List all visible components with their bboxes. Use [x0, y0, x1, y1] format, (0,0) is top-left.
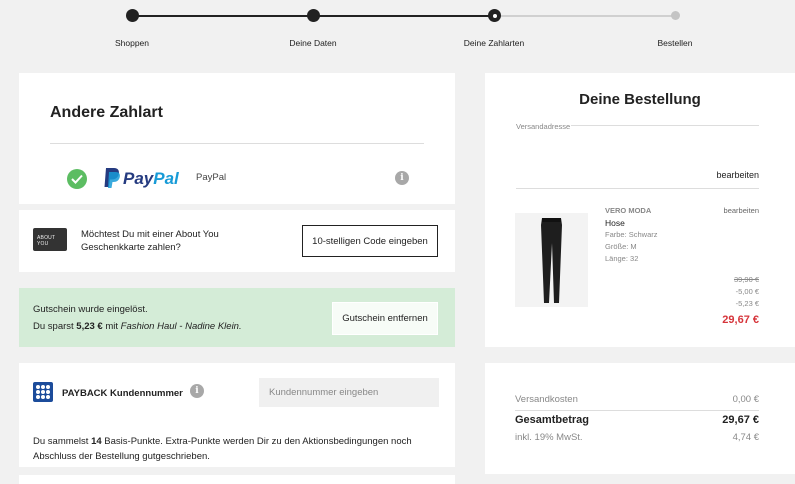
step-label-deine-daten[interactable]: Deine Daten [289, 38, 336, 48]
edit-product-link[interactable]: bearbeiten [724, 206, 759, 215]
product-size: Größe: M [605, 242, 637, 251]
product-length: Länge: 32 [605, 254, 639, 263]
divider [571, 125, 759, 126]
product-image[interactable] [515, 213, 588, 307]
order-summary-card: Deine Bestellung Versandadresse bearbeit… [485, 73, 795, 347]
voucher-savings: Du sparst 5,23 € mit Fashion Haul - Nadi… [33, 321, 242, 332]
product-brand: VERO MODA [605, 206, 652, 215]
payment-title: Andere Zahlart [50, 104, 163, 121]
vat-value: 4,74 € [732, 432, 759, 443]
voucher-card: Gutschein wurde eingelöst. Du sparst 5,2… [19, 288, 455, 347]
paypal-wordmark-pal: Pal [153, 169, 179, 188]
vat-label: inkl. 19% MwSt. [515, 432, 583, 443]
info-icon[interactable]: i [190, 384, 204, 398]
paypal-wordmark: PayPal [123, 169, 179, 189]
step-label-deine-zahlarten: Deine Zahlarten [463, 38, 525, 48]
voucher-code: Fashion Haul - Nadine Klein. [120, 321, 242, 332]
price-original: 39,90 € [733, 275, 759, 284]
giftcard-text: Möchtest Du mit einer About You Geschenk… [81, 229, 219, 253]
edit-address-link[interactable]: bearbeiten [716, 170, 759, 180]
voucher-savings-prefix: Du sparst [33, 321, 77, 332]
paypal-icon [104, 168, 120, 188]
voucher-status: Gutschein wurde eingelöst. [33, 304, 148, 315]
product-leggings-image [541, 218, 562, 303]
step-dot-deine-daten[interactable] [307, 9, 320, 22]
stepper-remaining-line [495, 15, 675, 17]
shipping-address-label: Versandadresse [516, 122, 571, 131]
payback-number-input[interactable] [259, 378, 439, 407]
payment-method-card: Andere Zahlart PayPal PayPal i [19, 73, 455, 204]
divider [50, 143, 424, 144]
step-dot-bestellen [671, 11, 680, 20]
shipping-value: 0,00 € [732, 394, 759, 405]
payback-logo-icon [33, 382, 53, 402]
payback-text-prefix: Du sammelst [33, 436, 92, 447]
price-voucher-discount: -5,23 € [735, 299, 759, 308]
payback-label: PAYBACK Kundennummer [62, 388, 183, 399]
product-color: Farbe: Schwarz [605, 230, 658, 239]
total-label: Gesamtbetrag [515, 414, 589, 426]
total-value: 29,67 € [722, 414, 759, 426]
remove-voucher-button[interactable]: Gutschein entfernen [332, 302, 438, 335]
voucher-savings-mid: mit [102, 321, 121, 332]
totals-card: Versandkosten 0,00 € Gesamtbetrag 29,67 … [485, 363, 795, 474]
price-final: 29,67 € [722, 314, 759, 326]
shipping-label: Versandkosten [515, 394, 578, 405]
giftcard-card: ABOUT YOU Möchtest Du mit einer About Yo… [19, 210, 455, 272]
step-dot-shoppen[interactable] [126, 9, 139, 22]
order-title: Deine Bestellung [579, 91, 701, 108]
payment-method-name: PayPal [196, 172, 227, 183]
voucher-amount: 5,23 € [76, 321, 103, 332]
enter-code-button[interactable]: 10-stelligen Code eingeben [302, 225, 438, 257]
payback-points: 14 [91, 436, 102, 447]
checkout-stepper: Shoppen Deine Daten Deine Zahlarten Best… [0, 0, 795, 60]
giftcard-image: ABOUT YOU [33, 228, 67, 251]
check-icon [67, 169, 87, 189]
next-section-card [19, 475, 455, 484]
step-dot-deine-zahlarten [488, 9, 501, 22]
divider [516, 188, 759, 189]
payback-card: PAYBACK Kundennummer i Du sammelst 14 Ba… [19, 363, 455, 467]
step-label-shoppen[interactable]: Shoppen [115, 38, 149, 48]
payback-points-text: Du sammelst 14 Basis-Punkte. Extra-Punkt… [33, 434, 443, 464]
paypal-wordmark-pay: Pay [123, 169, 154, 188]
step-label-bestellen: Bestellen [657, 38, 693, 48]
price-discount: -5,00 € [735, 287, 759, 296]
divider [515, 410, 759, 411]
info-icon[interactable]: i [395, 171, 409, 185]
giftcard-image-text: ABOUT YOU [37, 235, 56, 247]
product-name: Hose [605, 218, 625, 228]
